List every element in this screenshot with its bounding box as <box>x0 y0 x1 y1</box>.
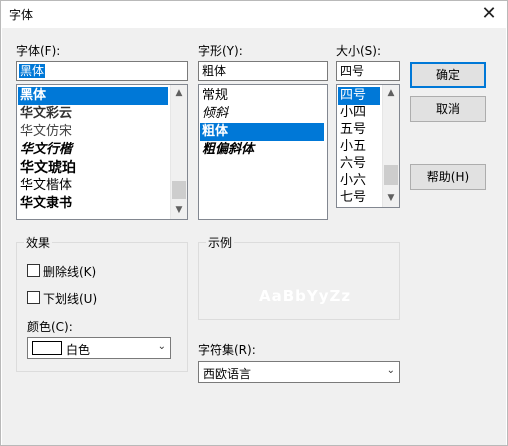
font-list-item[interactable]: 华文彩云 <box>18 105 168 123</box>
font-size-value: 四号 <box>340 64 365 78</box>
size-list-item[interactable]: 七号 <box>338 189 380 207</box>
style-list-item[interactable]: 粗体 <box>200 123 324 141</box>
sample-group: AaBbYyZz <box>198 242 400 320</box>
font-list-item[interactable]: 华文琥珀 <box>18 159 168 177</box>
sample-text: AaBbYyZz <box>259 287 352 305</box>
script-select[interactable]: 西欧语言 ⌄ <box>198 361 400 383</box>
strikeout-checkbox[interactable] <box>27 264 40 277</box>
size-list-item[interactable]: 小五 <box>338 138 380 156</box>
color-select[interactable]: 白色 ⌄ <box>27 337 171 359</box>
color-swatch <box>32 341 62 355</box>
underline-label: 下划线(U) <box>43 292 98 306</box>
font-list-item[interactable]: 华文隶书 <box>18 195 168 213</box>
size-list-item[interactable]: 四号 <box>338 87 380 105</box>
font-name-value: 黑体 <box>19 64 46 78</box>
font-list-item[interactable]: 华文仿宋 <box>18 123 168 141</box>
scroll-down-icon[interactable]: ▼ <box>383 190 399 207</box>
underline-checkbox[interactable] <box>27 291 40 304</box>
effects-group-title: 效果 <box>24 234 53 251</box>
font-list-item[interactable]: 黑体 <box>18 87 168 105</box>
window-title: 字体 <box>9 8 34 22</box>
style-label: 字形(Y): <box>198 44 243 58</box>
script-select-value: 西欧语言 <box>203 367 252 381</box>
scroll-up-icon[interactable]: ▲ <box>171 85 187 102</box>
size-list-scrollbar[interactable]: ▲ ▼ <box>382 85 399 207</box>
font-list-scrollbar[interactable]: ▲ ▼ <box>170 85 187 219</box>
style-list-item[interactable]: 常规 <box>200 87 324 105</box>
close-icon[interactable]: ✕ <box>471 1 507 27</box>
color-label: 颜色(C): <box>27 320 73 334</box>
script-label: 字符集(R): <box>198 343 256 357</box>
font-label: 字体(F): <box>16 44 61 58</box>
font-list-item[interactable]: 华文楷体 <box>18 177 168 195</box>
scroll-up-icon[interactable]: ▲ <box>383 85 399 102</box>
cancel-button[interactable]: 取消 <box>410 96 486 122</box>
size-list-item[interactable]: 小六 <box>338 172 380 190</box>
chevron-down-icon: ⌄ <box>157 341 166 352</box>
style-list-item[interactable]: 粗偏斜体 <box>200 141 324 159</box>
font-style-input[interactable]: 粗体 <box>198 61 328 81</box>
scroll-down-icon[interactable]: ▼ <box>171 202 187 219</box>
style-list[interactable]: 常规 倾斜 粗体 粗偏斜体 <box>198 84 328 220</box>
size-list[interactable]: 四号 小四 五号 小五 六号 小六 七号 ▲ ▼ <box>336 84 400 208</box>
strikeout-label: 删除线(K) <box>43 265 97 279</box>
font-dialog: 字体 ✕ 字体(F): 黑体 黑体 华文彩云 华文仿宋 华文行楷 华文琥珀 华文… <box>0 0 508 446</box>
size-label: 大小(S): <box>336 44 382 58</box>
style-list-item[interactable]: 倾斜 <box>200 105 324 123</box>
font-list[interactable]: 黑体 华文彩云 华文仿宋 华文行楷 华文琥珀 华文楷体 华文隶书 ▲ ▼ <box>16 84 188 220</box>
sample-group-title: 示例 <box>206 234 235 251</box>
help-button[interactable]: 帮助(H) <box>410 164 486 190</box>
chevron-down-icon: ⌄ <box>386 365 395 376</box>
font-style-value: 粗体 <box>202 64 227 78</box>
color-select-value: 白色 <box>66 343 91 357</box>
size-list-item[interactable]: 六号 <box>338 155 380 173</box>
dialog-body: 字体(F): 黑体 黑体 华文彩云 华文仿宋 华文行楷 华文琥珀 华文楷体 华文… <box>2 28 506 445</box>
title-bar: 字体 ✕ <box>1 1 507 27</box>
ok-button[interactable]: 确定 <box>410 62 486 88</box>
font-name-input[interactable]: 黑体 <box>16 61 188 81</box>
scroll-thumb[interactable] <box>384 165 398 185</box>
font-size-input[interactable]: 四号 <box>336 61 400 81</box>
scroll-thumb[interactable] <box>172 181 186 199</box>
size-list-item[interactable]: 五号 <box>338 121 380 139</box>
font-list-item[interactable]: 华文行楷 <box>18 141 168 159</box>
size-list-item[interactable]: 小四 <box>338 104 380 122</box>
